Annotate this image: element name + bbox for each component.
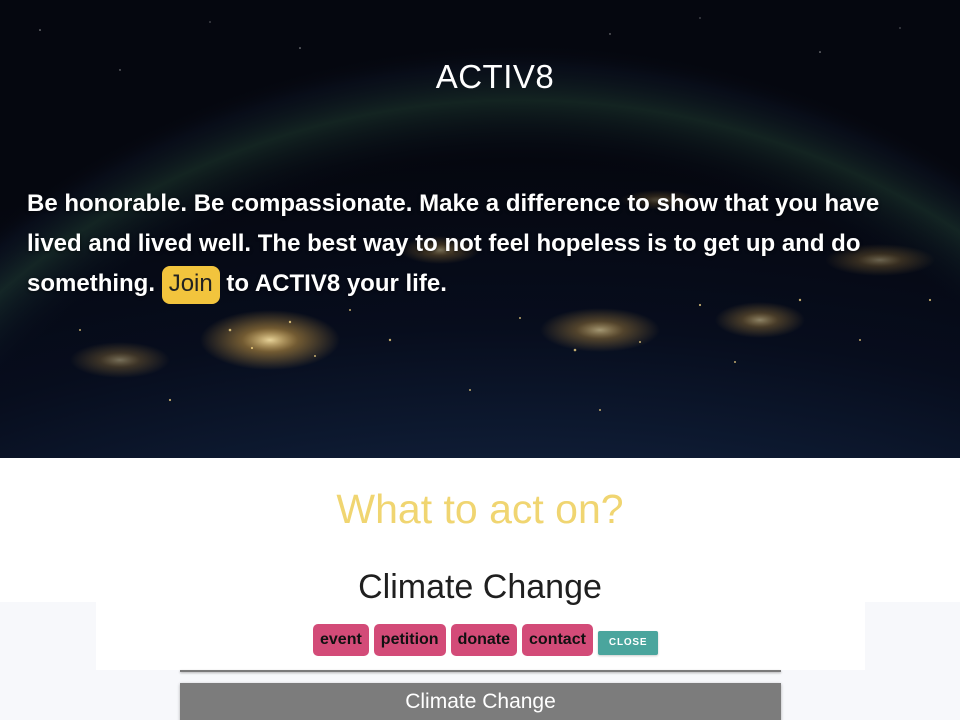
site-title: ACTIV8 <box>435 58 555 95</box>
cause-actions: event petition donate contact CLOSE <box>313 624 659 656</box>
page: ACTIV8 Be honorable. Be compassionate. M… <box>0 0 960 720</box>
divider <box>180 670 781 672</box>
cause-title: Climate Change <box>358 568 602 606</box>
tagline-text-end: to ACTIV8 your life. <box>226 270 447 297</box>
hero-banner: ACTIV8 Be honorable. Be compassionate. M… <box>0 0 960 458</box>
petition-button[interactable]: petition <box>373 624 446 656</box>
close-button[interactable]: CLOSE <box>597 631 659 655</box>
join-button[interactable]: Join <box>161 266 220 304</box>
tagline-text: Be honorable. Be compassionate. Make a d… <box>27 190 880 297</box>
contact-button[interactable]: contact <box>522 624 593 656</box>
donate-button[interactable]: donate <box>450 624 518 656</box>
event-button[interactable]: event <box>313 624 369 656</box>
hero-tagline: Be honorable. Be compassionate. Make a d… <box>27 184 932 304</box>
section-heading: What to act on? <box>336 486 624 532</box>
cause-accordion-item[interactable]: Climate Change <box>180 683 781 720</box>
